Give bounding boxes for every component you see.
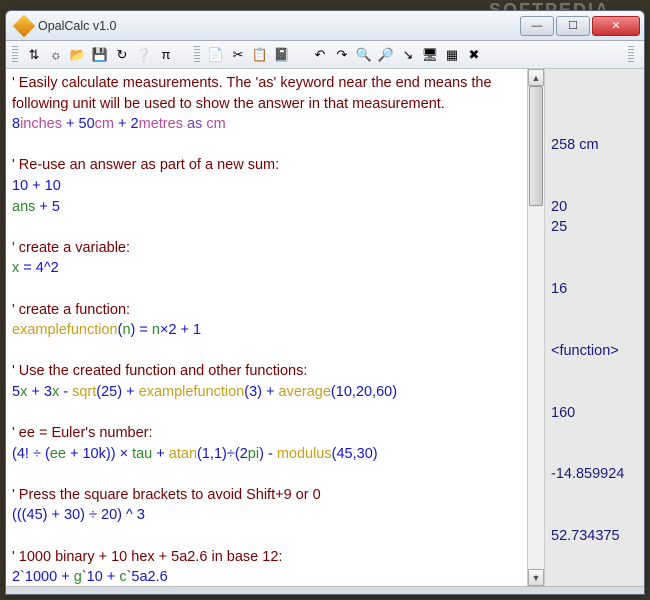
editor-line[interactable]: (((45) + 30) ÷ 20) ^ 3 <box>12 505 521 526</box>
editor-line[interactable]: ' create a function: <box>12 300 521 321</box>
toolbar-grip[interactable] <box>12 46 18 64</box>
result-value <box>551 382 638 403</box>
app-icon <box>13 14 36 37</box>
close-button[interactable]: ✕ <box>592 16 640 36</box>
results-pane: 258 cm 2025 16 <function> 160 -14.859924… <box>544 69 644 586</box>
cut-icon[interactable]: ✂ <box>228 45 248 65</box>
result-value <box>551 176 638 197</box>
sort-icon[interactable]: ⇅ <box>24 45 44 65</box>
minimize-button[interactable]: — <box>520 16 554 36</box>
editor-line[interactable]: x = 4^2 <box>12 258 521 279</box>
save-icon[interactable]: 💾 <box>90 45 110 65</box>
editor-line[interactable] <box>12 402 521 423</box>
statusbar <box>6 586 644 594</box>
editor-line[interactable]: examplefunction(n) = n×2 + 1 <box>12 320 521 341</box>
result-value: 52.734375 <box>551 526 638 547</box>
scroll-up-button[interactable]: ▲ <box>528 69 544 86</box>
undo-icon[interactable]: ↶ <box>310 45 330 65</box>
editor-line[interactable]: 5x + 3x - sqrt(25) + examplefunction(3) … <box>12 382 521 403</box>
window-title: OpalCalc v1.0 <box>38 19 520 33</box>
editor-line[interactable]: ' Press the square brackets to avoid Shi… <box>12 485 521 506</box>
delete-icon[interactable]: ✖ <box>464 45 484 65</box>
result-value <box>551 155 638 176</box>
result-value <box>551 547 638 568</box>
result-value <box>551 485 638 506</box>
editor-line[interactable]: 10 + 10 <box>12 176 521 197</box>
result-value <box>551 300 638 321</box>
scroll-thumb[interactable] <box>529 86 543 206</box>
help-icon[interactable]: ❔ <box>134 45 154 65</box>
result-value <box>551 567 638 586</box>
app-window: OpalCalc v1.0 — ☐ ✕ ⇅☼📂💾↻❔π 📄✂📋📓 ↶↷🔍🔎↘🖥▦✖… <box>5 10 645 595</box>
scroll-down-button[interactable]: ▼ <box>528 569 544 586</box>
editor-line[interactable]: (4! ÷ (ee + 10k)) × tau + atan(1,1)÷(2pi… <box>12 444 521 465</box>
result-value: -14.859924 <box>551 464 638 485</box>
result-value <box>551 238 638 259</box>
editor-line[interactable]: 8inches + 50cm + 2metres as cm <box>12 114 521 135</box>
result-value: 258 cm <box>551 135 638 156</box>
editor-pane[interactable]: ' Easily calculate measurements. The 'as… <box>6 69 527 586</box>
editor-line[interactable] <box>12 526 521 547</box>
editor-line[interactable]: ' 1000 binary + 10 hex + 5a2.6 in base 1… <box>12 547 521 568</box>
result-value: 25 <box>551 217 638 238</box>
scrollbar[interactable]: ▲ ▼ <box>527 69 544 586</box>
monitor-icon[interactable]: 🖥 <box>420 45 440 65</box>
result-value <box>551 94 638 115</box>
result-value: 160 <box>551 403 638 424</box>
editor-line[interactable]: ' Re-use an answer as part of a new sum: <box>12 155 521 176</box>
refresh-icon[interactable]: ↻ <box>112 45 132 65</box>
result-value <box>551 73 638 94</box>
content-area: ' Easily calculate measurements. The 'as… <box>6 69 644 586</box>
editor-line[interactable]: ' create a variable: <box>12 238 521 259</box>
result-value <box>551 423 638 444</box>
editor-line[interactable] <box>12 217 521 238</box>
pi-icon[interactable]: π <box>156 45 176 65</box>
result-value: <function> <box>551 341 638 362</box>
toolbar-grip-3[interactable] <box>628 46 634 64</box>
result-value <box>551 361 638 382</box>
editor-line[interactable]: ' ee = Euler's number: <box>12 423 521 444</box>
result-value: 16 <box>551 279 638 300</box>
editor-line[interactable]: ' Use the created function and other fun… <box>12 361 521 382</box>
result-value <box>551 505 638 526</box>
result-value <box>551 114 638 135</box>
zoom-in-icon[interactable]: 🔎 <box>376 45 396 65</box>
toolbar: ⇅☼📂💾↻❔π 📄✂📋📓 ↶↷🔍🔎↘🖥▦✖ <box>6 41 644 69</box>
result-value <box>551 320 638 341</box>
toolbar-grip-2[interactable] <box>194 46 200 64</box>
new-icon[interactable]: 📄 <box>206 45 226 65</box>
layout-icon[interactable]: ▦ <box>442 45 462 65</box>
copy-icon[interactable]: 📋 <box>250 45 270 65</box>
editor-line[interactable] <box>12 135 521 156</box>
result-value <box>551 258 638 279</box>
redo-icon[interactable]: ↷ <box>332 45 352 65</box>
editor-line[interactable] <box>12 341 521 362</box>
result-value: 20 <box>551 197 638 218</box>
maximize-button[interactable]: ☐ <box>556 16 590 36</box>
result-value <box>551 444 638 465</box>
paste-icon[interactable]: 📓 <box>272 45 292 65</box>
editor-line[interactable]: ans + 5 <box>12 197 521 218</box>
zoom-out-icon[interactable]: 🔍 <box>354 45 374 65</box>
arrow-icon[interactable]: ↘ <box>398 45 418 65</box>
editor-line[interactable]: ' Easily calculate measurements. The 'as… <box>12 73 521 114</box>
editor-line[interactable]: 2`1000 + g`10 + c`5a2.6 <box>12 567 521 586</box>
folder-open-icon[interactable]: 📂 <box>68 45 88 65</box>
editor-line[interactable] <box>12 279 521 300</box>
titlebar[interactable]: OpalCalc v1.0 — ☐ ✕ <box>6 11 644 41</box>
editor-line[interactable] <box>12 464 521 485</box>
sun-icon[interactable]: ☼ <box>46 45 66 65</box>
